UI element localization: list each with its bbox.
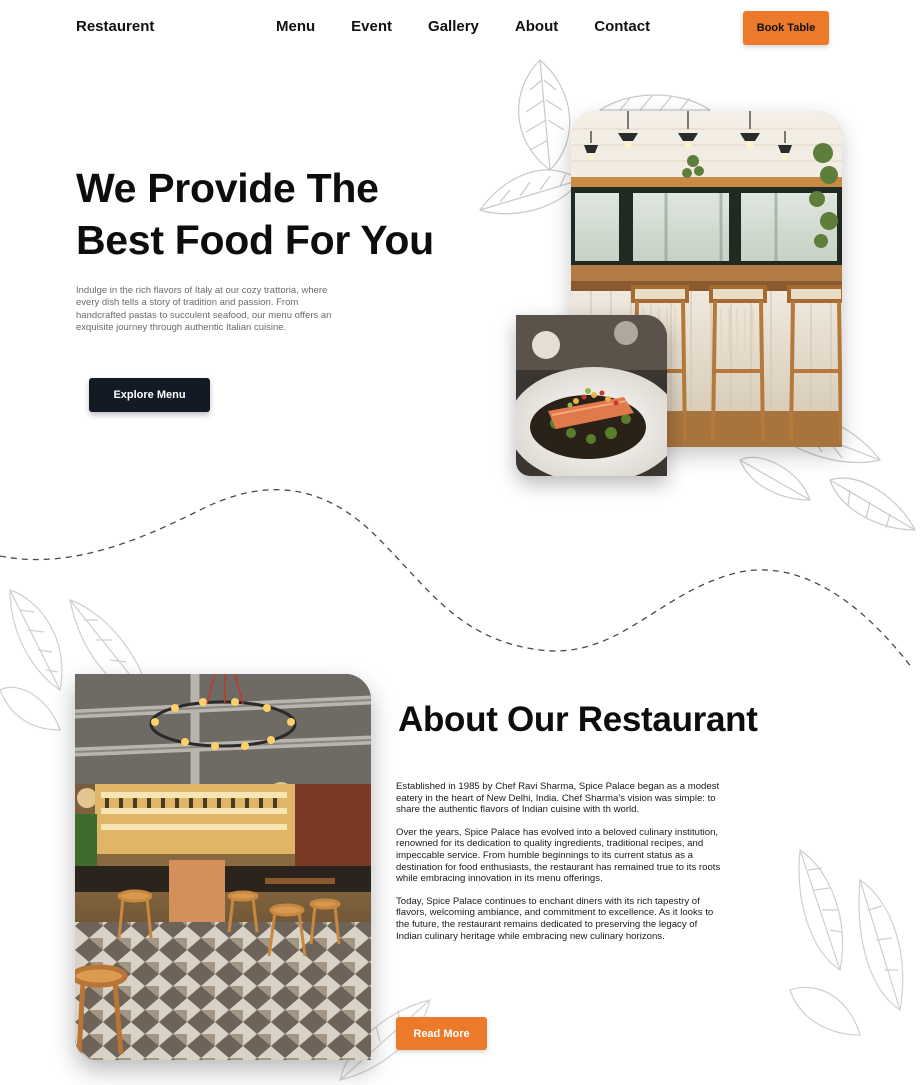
leaf-decoration-icon xyxy=(780,840,920,1040)
about-title: About Our Restaurant xyxy=(398,700,758,739)
dashed-curve-decoration xyxy=(0,489,913,669)
read-more-button[interactable]: Read More xyxy=(396,1017,487,1050)
hero-title: We Provide The Best Food For You xyxy=(76,162,496,266)
nav-link-gallery[interactable]: Gallery xyxy=(428,18,479,35)
about-text: Established in 1985 by Chef Ravi Sharma,… xyxy=(396,781,726,953)
navbar: Restaurent Menu Event Gallery About Cont… xyxy=(0,0,920,56)
brand-logo-text[interactable]: Restaurent xyxy=(76,18,154,35)
hero-title-line-1: We Provide The xyxy=(76,165,379,211)
main-menu: Menu Event Gallery About Contact xyxy=(276,18,650,35)
page: Restaurent Menu Event Gallery About Cont… xyxy=(0,0,920,1085)
about-paragraph-2: Over the years, Spice Palace has evolved… xyxy=(396,826,721,885)
nav-link-about[interactable]: About xyxy=(515,18,558,35)
nav-link-menu[interactable]: Menu xyxy=(276,18,315,35)
about-paragraph-3: Today, Spice Palace continues to enchant… xyxy=(396,895,714,942)
book-table-button[interactable]: Book Table xyxy=(743,11,829,45)
hero-description: Indulge in the rich flavors of Italy at … xyxy=(76,285,332,333)
nav-link-event[interactable]: Event xyxy=(351,18,392,35)
about-paragraph-1: Established in 1985 by Chef Ravi Sharma,… xyxy=(396,781,720,816)
explore-menu-button[interactable]: Explore Menu xyxy=(89,378,210,412)
hero-title-line-2: Best Food For You xyxy=(76,217,434,263)
nav-link-contact[interactable]: Contact xyxy=(594,18,650,35)
restaurant-bar-image xyxy=(75,674,371,1060)
salmon-dish-image xyxy=(516,315,667,476)
